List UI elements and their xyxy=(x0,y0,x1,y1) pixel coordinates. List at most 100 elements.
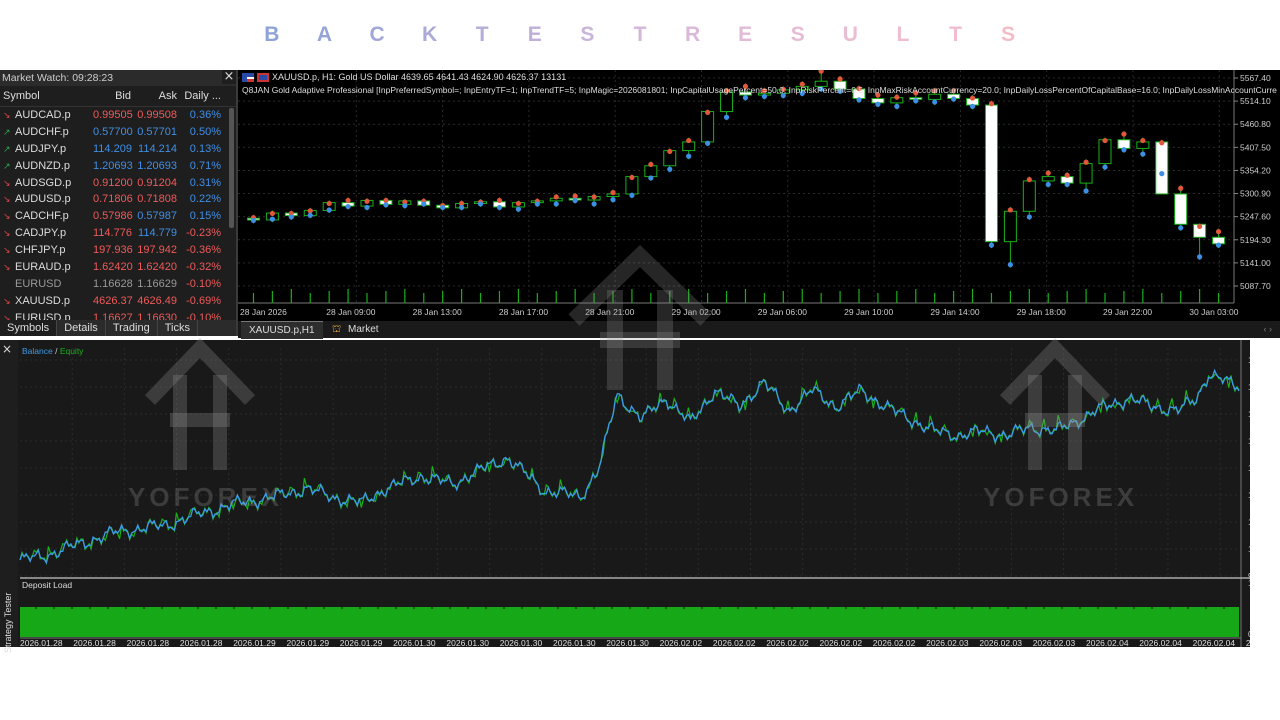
candle-bull xyxy=(1022,180,1036,212)
buy-marker xyxy=(988,242,995,248)
arrow-down-icon: ↘ xyxy=(3,228,11,239)
price-tick-label: 5087.70 xyxy=(1240,281,1271,291)
title-letter: S xyxy=(790,23,805,46)
column-daily-change[interactable]: Daily ... xyxy=(177,86,225,106)
buy-marker xyxy=(572,197,578,204)
date-tick-label: 2026.01.30 xyxy=(553,638,596,647)
sell-marker xyxy=(1026,177,1032,183)
column-symbol[interactable]: Symbol xyxy=(0,86,93,106)
tab-trading[interactable]: Trading xyxy=(106,320,158,336)
sell-marker xyxy=(1215,229,1222,235)
market-watch-row[interactable]: ↘ AUDSGD.p 0.91200 0.91204 0.31% xyxy=(0,175,236,192)
market-icon: ⛫ xyxy=(332,324,342,335)
market-watch-row[interactable]: ↘ AUDCAD.p 0.99505 0.99508 0.36% xyxy=(0,107,236,124)
sell-marker xyxy=(648,161,654,168)
date-tick-label: 2026.01.29 xyxy=(340,638,383,647)
market-watch-scrollbar[interactable] xyxy=(229,108,234,228)
buy-marker xyxy=(1121,147,1127,153)
bid-cell: 197.936 xyxy=(93,244,133,257)
tab-details[interactable]: Details xyxy=(57,320,106,336)
buy-marker xyxy=(288,214,294,220)
chart-symbol-info: XAUUSD.p, H1: Gold US Dollar 4639.65 464… xyxy=(242,72,566,83)
chart-tabs: XAUUSD.p,H1 ⛫ Market ‹ › xyxy=(238,321,1280,339)
ask-cell: 0.57701 xyxy=(137,125,177,138)
time-tick-label: 28 Jan 2026 xyxy=(240,307,287,317)
buy-marker xyxy=(440,204,446,211)
watermark-text-left: YOFOREX xyxy=(128,482,284,512)
daily-change-cell: -0.32% xyxy=(186,261,221,274)
symbol-name: CHFJPY.p xyxy=(15,244,66,257)
arrow-up-icon: ↗ xyxy=(3,160,11,171)
symbol-name: XAUUSD.p xyxy=(15,294,71,307)
price-chart-canvas[interactable]: 5567.40 5514.10 5460.80 5407.50 5354.20 5300.… xyxy=(238,70,1280,321)
market-watch-row[interactable]: ↘ CHFJPY.p 197.936 197.942 -0.36% xyxy=(0,242,236,259)
market-watch-row[interactable]: ↘ CADJPY.p 114.776 114.779 -0.23% xyxy=(0,225,236,242)
symbol-cell: ↗ AUDJPY.p xyxy=(0,141,93,158)
sell-marker xyxy=(553,194,559,200)
market-watch-row[interactable]: EURUSD 1.16628 1.16629 -0.10% xyxy=(0,276,236,293)
sell-marker xyxy=(969,95,976,101)
sell-marker xyxy=(1140,137,1146,144)
date-tick-label: 2026.02.03 xyxy=(926,638,969,647)
symbol-name: EURAUD.p xyxy=(15,261,71,274)
market-watch-row[interactable]: ↘ CADCHF.p 0.57986 0.57987 0.15% xyxy=(0,208,236,225)
buy-marker xyxy=(686,153,692,159)
sell-marker xyxy=(1007,207,1013,213)
market-watch-row[interactable]: ↗ AUDNZD.p 1.20693 1.20693 0.71% xyxy=(0,158,236,175)
buy-marker xyxy=(667,166,673,172)
column-bid[interactable]: Bid xyxy=(93,86,131,106)
buy-marker xyxy=(515,206,521,212)
time-tick-label: 30 Jan 03:00 xyxy=(1189,307,1238,317)
date-tick-label: 2026.01.30 xyxy=(606,638,649,647)
bid-cell: 1.16628 xyxy=(93,277,133,290)
deposit-load-bars xyxy=(20,607,1239,637)
tab-ticks[interactable]: Ticks xyxy=(158,320,198,336)
buy-marker xyxy=(856,97,862,103)
buy-marker xyxy=(1215,242,1222,248)
buy-marker xyxy=(969,103,976,109)
tester-close-icon[interactable]: × xyxy=(2,342,12,356)
tab-symbols[interactable]: Symbols xyxy=(0,320,58,336)
market-watch-title-text: Market Watch: 09:28:23 xyxy=(2,72,114,84)
daily-change-cell: 0.15% xyxy=(189,210,221,223)
title-letter: T xyxy=(633,23,647,46)
buy-marker xyxy=(364,204,370,211)
arrow-down-icon: ↘ xyxy=(3,177,11,188)
title-letter: U xyxy=(842,23,858,46)
time-tick-label: 29 Jan 02:00 xyxy=(672,307,721,317)
equity-tick-label: 1494 xyxy=(1248,355,1250,365)
tab-scroll-arrows[interactable]: ‹ › xyxy=(1264,321,1273,338)
daily-change-cell: 0.36% xyxy=(189,109,221,121)
market-watch-row[interactable]: ↘ EURAUD.p 1.62420 1.62420 -0.32% xyxy=(0,259,236,276)
market-watch-row[interactable]: ↗ AUDCHF.p 0.57700 0.57701 0.50% xyxy=(0,124,236,141)
title-letter: S xyxy=(580,23,595,46)
symbol-cell: ↗ AUDCHF.p xyxy=(0,124,93,141)
chart-close-icon[interactable]: × xyxy=(222,70,236,84)
symbol-name: CADCHF.p xyxy=(15,210,69,223)
candle-bull xyxy=(1003,210,1017,243)
time-tick-label: 28 Jan 21:00 xyxy=(585,307,634,317)
candle-bull xyxy=(701,111,715,143)
market-watch-row[interactable]: ↗ AUDJPY.p 114.209 114.214 0.13% xyxy=(0,141,236,158)
sell-marker xyxy=(345,197,351,204)
column-ask[interactable]: Ask xyxy=(131,86,177,106)
tester-side-label[interactable]: Strategy Tester xyxy=(3,593,13,653)
buy-marker xyxy=(402,203,408,209)
candle-bull xyxy=(644,165,658,178)
market-watch-header: Symbol Bid Ask Daily ... xyxy=(0,86,236,107)
market-watch-row[interactable]: ↘ XAUUSD.p 4626.37 4626.49 -0.69% xyxy=(0,293,236,310)
expert-advisor-info: Q8JAN Gold Adaptive Professional [InpPre… xyxy=(242,85,1277,95)
arrow-down-icon: ↘ xyxy=(3,211,11,222)
date-tick-label: 2026.02.02 xyxy=(766,638,809,647)
buy-marker xyxy=(1064,181,1070,188)
bid-cell: 114.776 xyxy=(93,227,132,240)
sell-marker xyxy=(837,76,843,82)
tab-market[interactable]: ⛫ Market xyxy=(324,321,387,338)
price-tick-label: 5407.50 xyxy=(1240,142,1271,152)
sell-marker xyxy=(1197,223,1203,230)
market-watch-row[interactable]: ↘ AUDUSD.p 0.71806 0.71808 0.22% xyxy=(0,191,236,208)
symbol-cell: ↗ AUDNZD.p xyxy=(0,158,93,175)
date-tick-label: 2026.02.02 xyxy=(660,638,703,647)
tab-xauusd-h1[interactable]: XAUUSD.p,H1 xyxy=(241,321,323,339)
price-chart[interactable]: 5567.40 5514.10 5460.80 5407.50 5354.20 5300.… xyxy=(238,70,1280,321)
